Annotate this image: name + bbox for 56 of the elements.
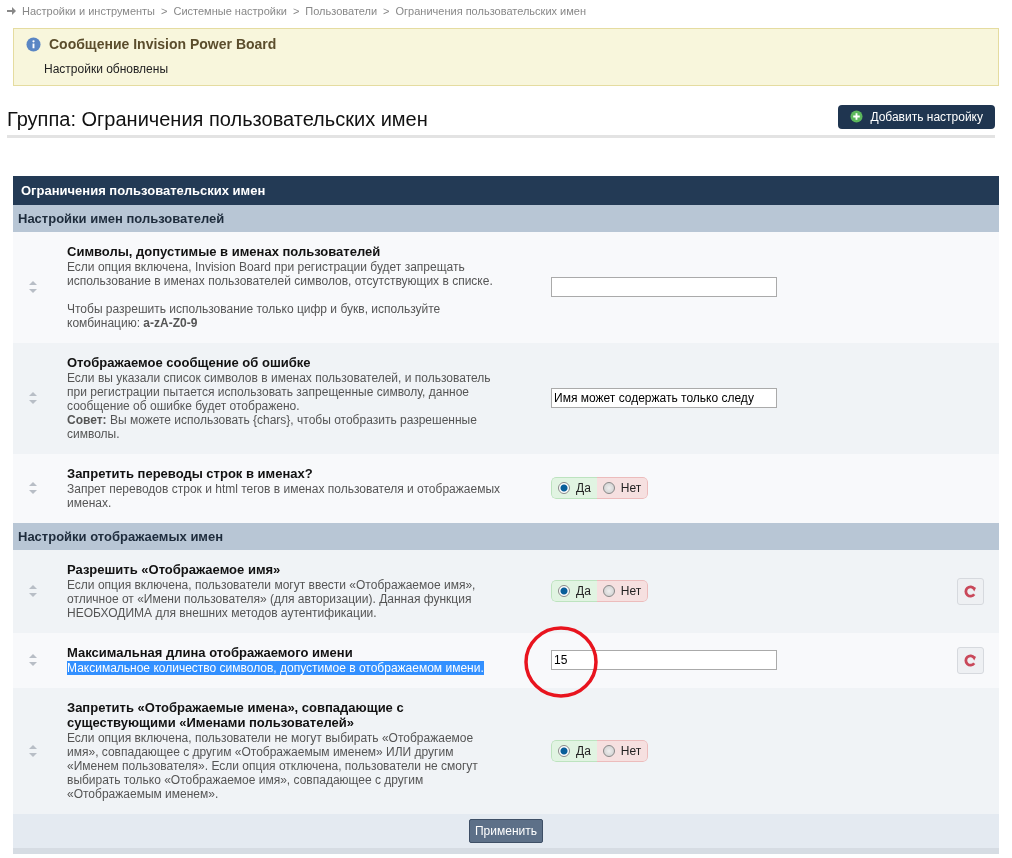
- breadcrumb-separator: >: [383, 5, 390, 17]
- setting-description: Если вы указали список символов в именах пользователей, и пользователь при регистрации пытается использовать запрещенные символу, данное сообщение об ошибке будет отображено. Совет: Вы можете использовать {chars}, чтобы отобразить разрешенные символы.: [67, 371, 492, 441]
- setting-title: Отображаемое сообщение об ошибке: [67, 355, 312, 370]
- radio-icon[interactable]: [602, 482, 615, 494]
- radio-option[interactable]: Нет: [596, 477, 649, 499]
- text-input[interactable]: 15: [551, 650, 777, 670]
- add-setting-button[interactable]: Добавить настройку: [838, 104, 995, 129]
- info-icon: [26, 36, 41, 52]
- sort-handle-icon[interactable]: [29, 281, 37, 293]
- plus-icon: [850, 110, 864, 123]
- undo-icon: [964, 584, 977, 598]
- radio-option[interactable]: Да: [551, 580, 597, 602]
- radio-icon[interactable]: [558, 744, 570, 757]
- setting-title: Максимальная длина отображаемого имени: [67, 645, 354, 660]
- sort-handle-icon[interactable]: [29, 585, 37, 597]
- section-header: Настройки имен пользователей: [13, 205, 999, 232]
- radio-option[interactable]: Нет: [596, 580, 649, 602]
- breadcrumb-link[interactable]: Ограничения пользовательских имен: [395, 5, 586, 17]
- table-header: Ограничения пользовательских имен: [13, 176, 999, 205]
- radio-icon[interactable]: [602, 585, 615, 597]
- revert-button[interactable]: [957, 646, 984, 674]
- breadcrumb-separator: >: [161, 5, 168, 17]
- radio-option[interactable]: Нет: [596, 739, 649, 762]
- sort-handle-icon[interactable]: [29, 482, 37, 494]
- setting-title: Символы, допустимые в именах пользователей: [67, 244, 382, 259]
- breadcrumb-link[interactable]: Пользователи: [305, 5, 378, 17]
- setting-description: Чтобы разрешить использование только цифр и букв, используйте комбинацию: a-zA-Z0-9: [67, 302, 442, 330]
- message-text: Настройки обновлены: [44, 62, 170, 76]
- setting-title: Разрешить «Отображаемое имя»: [67, 562, 282, 577]
- radio-option[interactable]: Да: [551, 739, 597, 762]
- setting-description: Если опция включена, пользователи могут ввести «Отображаемое имя», отличное от «Имени пользователя» (для авторизации). Данная функция НЕОБХОДИМА для внешних методов аутентификации.: [67, 578, 477, 620]
- breadcrumb-separator: >: [292, 5, 300, 17]
- section-header: Настройки отображаемых имен: [13, 523, 999, 550]
- message-title: Сообщение Invision Power Board: [49, 36, 277, 52]
- breadcrumb-link[interactable]: Системные настройки: [173, 5, 287, 17]
- setting-description: Максимальное количество символов, допустимое в отображаемом имени.: [67, 661, 484, 675]
- breadcrumb-link[interactable]: Настройки и инструменты: [22, 5, 156, 17]
- sort-handle-icon[interactable]: [29, 392, 37, 404]
- page-title: Группа: Ограничения пользовательских имен: [7, 108, 428, 131]
- radio-option[interactable]: Да: [551, 477, 597, 499]
- sort-handle-icon[interactable]: [29, 744, 37, 757]
- apply-button[interactable]: Применить: [469, 819, 543, 843]
- radio-icon[interactable]: [558, 482, 570, 494]
- setting-title: Запретить переводы строк в именах?: [67, 466, 314, 481]
- undo-icon: [964, 653, 977, 667]
- setting-description: Запрет переводов строк и html тегов в именах пользователя и отображаемых именах.: [67, 482, 501, 510]
- setting-description: Если опция включена, Invision Board при регистрации будет запрещать использование в именах пользователей символов, отсутствующих в списке.: [67, 260, 494, 288]
- sort-handle-icon[interactable]: [29, 654, 37, 666]
- arrow-icon: [7, 7, 16, 15]
- radio-icon[interactable]: [602, 744, 615, 757]
- text-input[interactable]: [551, 277, 777, 297]
- setting-description: Если опция включена, пользователи не могут выбирать «Отображаемое имя», совпадающее с другим «Отображаемым именем» ИЛИ другим «Именем пользователя». Если опция отключена, пользователи не смогут выбирать только «Отображаемое имя», совпадающее с другим «Отображаемым именем».: [67, 731, 479, 801]
- setting-title: Запретить «Отображаемые имена», совпадающие с существующими «Именами пользователей»: [67, 700, 405, 730]
- revert-button[interactable]: [957, 577, 984, 605]
- text-input[interactable]: Имя может содержать только следу: [551, 388, 777, 408]
- radio-icon[interactable]: [558, 585, 570, 597]
